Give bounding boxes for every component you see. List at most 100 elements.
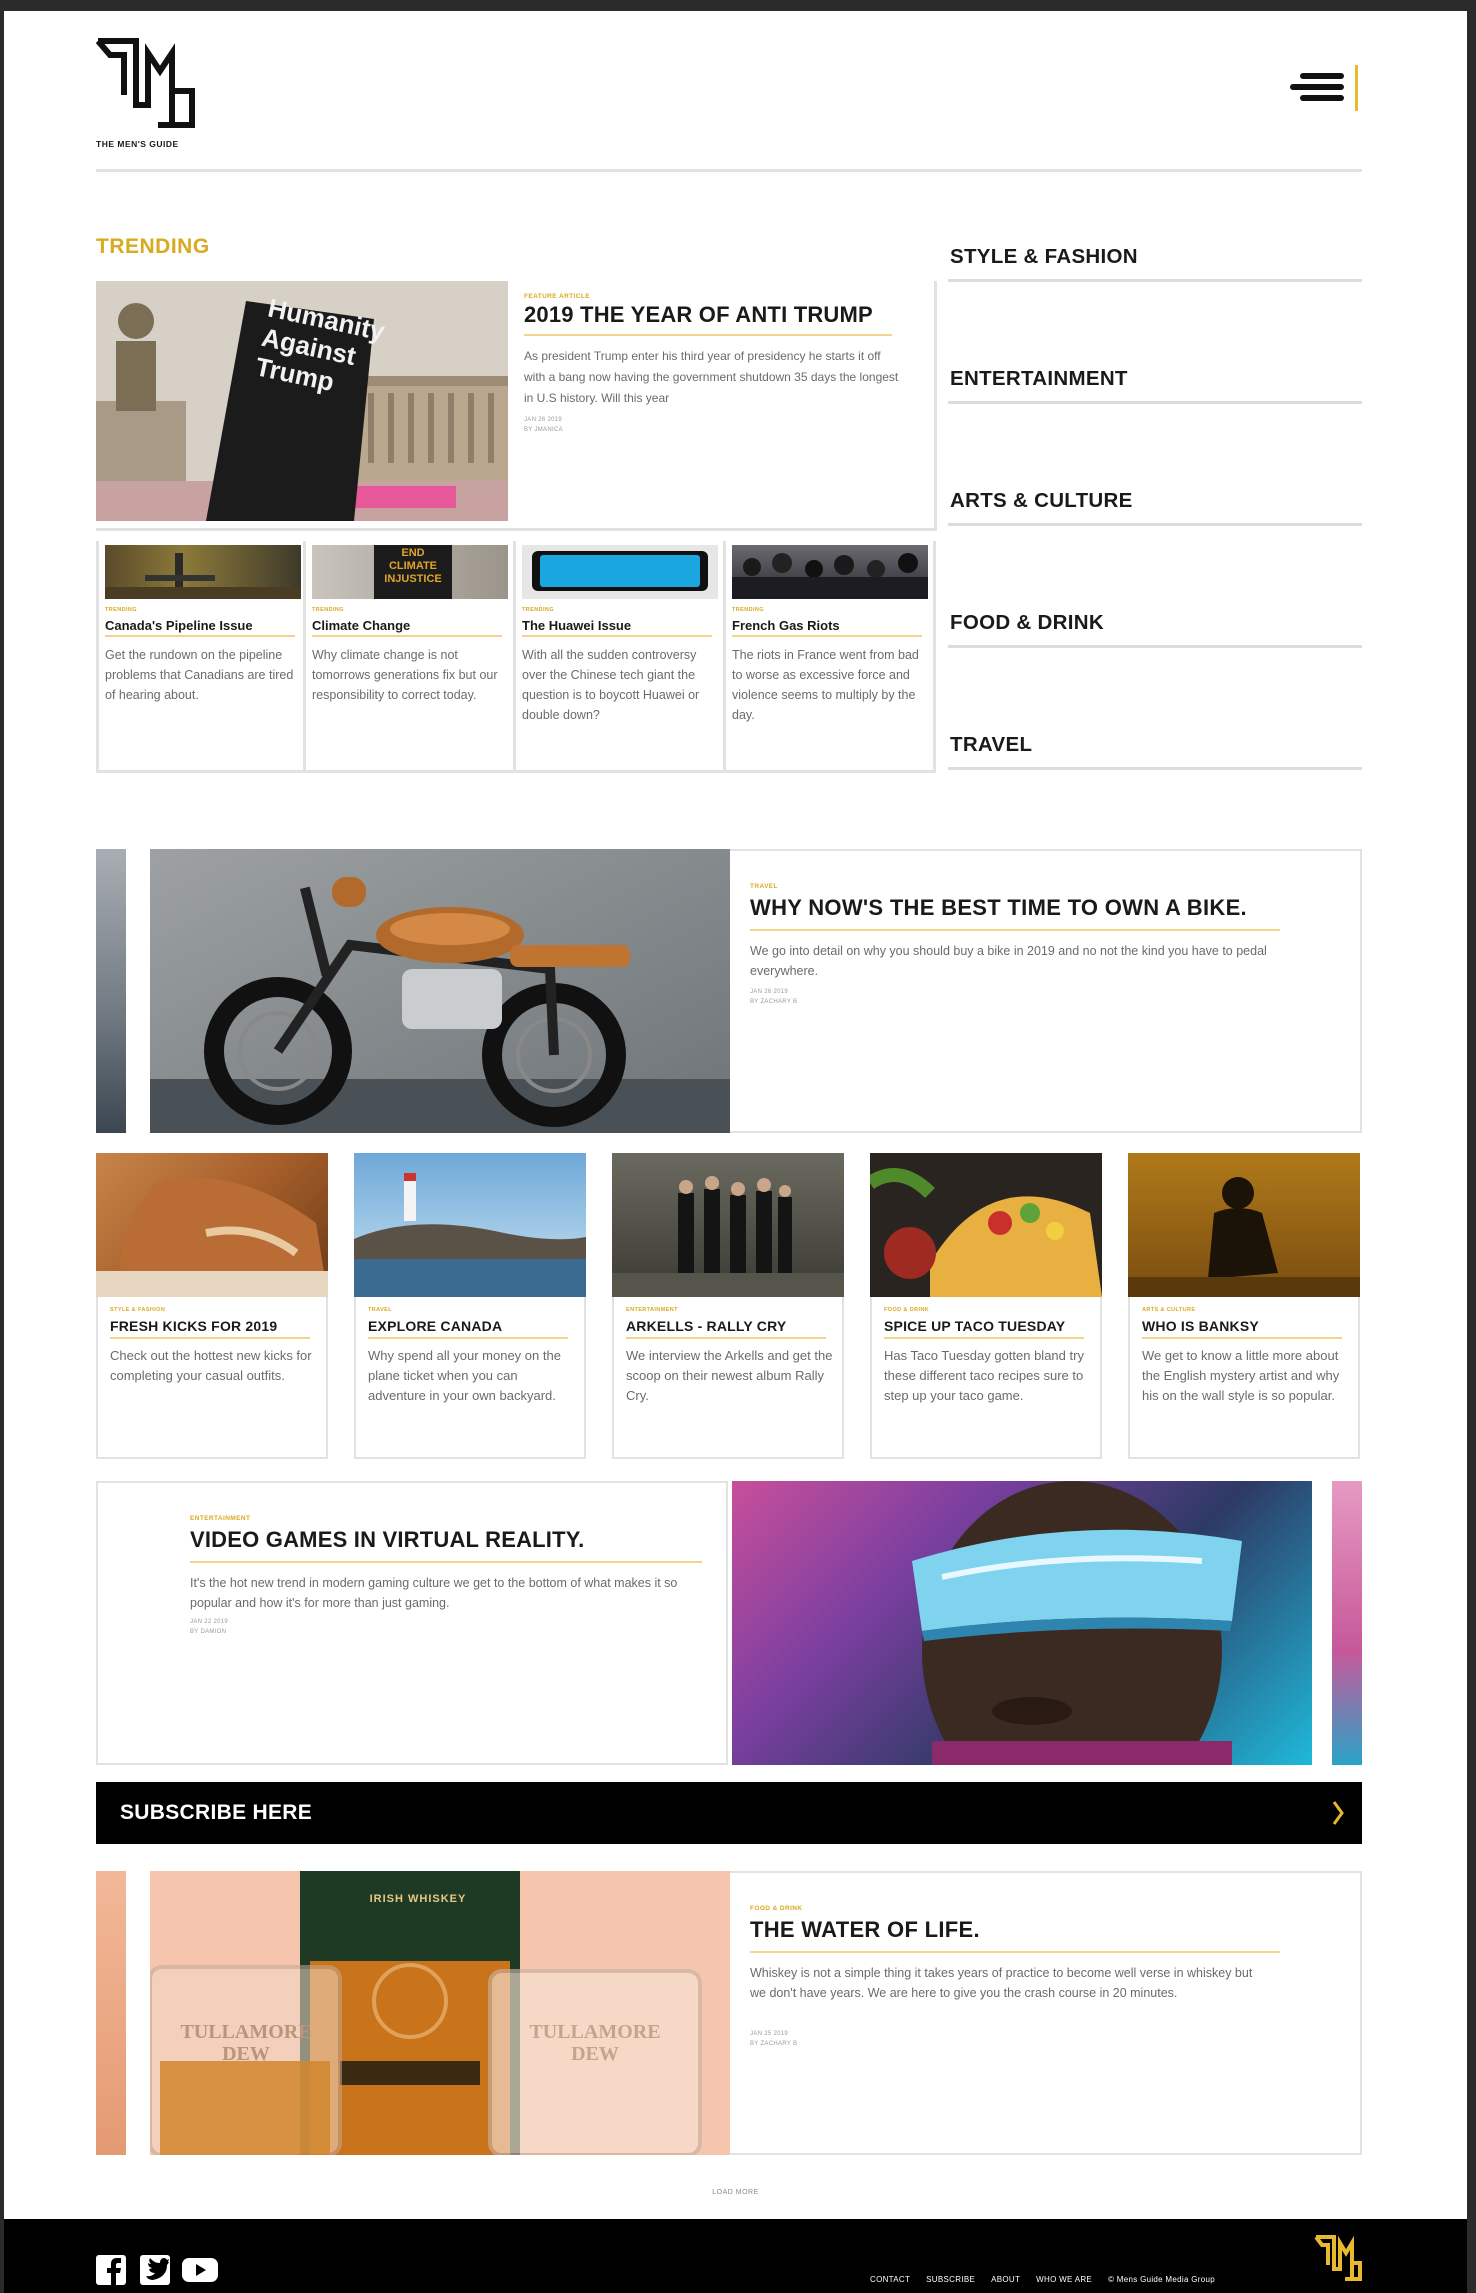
carousel-prev-strip[interactable] xyxy=(96,1871,126,2155)
bottle-label-text: IRISH WHISKEY xyxy=(369,1893,467,1905)
bike-date: JAN 26 2019 xyxy=(750,989,788,995)
facebook-icon[interactable] xyxy=(96,2255,126,2285)
mini-title[interactable]: The Huawei Issue xyxy=(522,618,631,633)
subscribe-bar[interactable]: SUBSCRIBE HERE xyxy=(96,1782,1362,1844)
menu-button[interactable] xyxy=(1288,65,1358,111)
article-card[interactable]: ARTS & CULTURE WHO IS BANKSY We get to k… xyxy=(1128,1153,1360,1459)
feature-author: BY JMANICA xyxy=(524,427,563,433)
trending-mini-card[interactable]: TRENDING French Gas Riots The riots in F… xyxy=(726,541,936,773)
article-cards: STYLE & FASHION FRESH KICKS FOR 2019 Che… xyxy=(96,1153,1362,1459)
sneakers-image[interactable] xyxy=(96,1153,328,1297)
mini-excerpt: Why climate change is not tomorrows gene… xyxy=(312,648,498,702)
article-card[interactable]: STYLE & FASHION FRESH KICKS FOR 2019 Che… xyxy=(96,1153,328,1459)
chevron-right-icon xyxy=(1332,1801,1344,1825)
feature-divider xyxy=(96,528,936,531)
vr-kicker: ENTERTAINMENT xyxy=(190,1515,251,1522)
whiskey-title[interactable]: THE WATER OF LIFE. xyxy=(750,1917,980,1943)
category-label[interactable]: TRAVEL xyxy=(950,733,1032,757)
carousel-next-strip[interactable] xyxy=(1332,1481,1362,1765)
feature-excerpt: As president Trump enter his third year … xyxy=(524,349,899,405)
vr-date: JAN 22 2019 xyxy=(190,1619,228,1625)
article-card[interactable]: FOOD & DRINK SPICE UP TACO TUESDAY Has T… xyxy=(870,1153,1102,1459)
bike-author: BY ZACHARY B xyxy=(750,999,798,1005)
feature-date: JAN 26 2019 xyxy=(524,417,562,423)
trending-mini-card[interactable]: END CLIMATE INJUSTICE TRENDING Climate C… xyxy=(306,541,516,773)
category-travel[interactable]: TRAVEL xyxy=(948,723,1362,845)
card-title[interactable]: WHO IS BANKSY xyxy=(1142,1318,1259,1334)
title-underline xyxy=(524,334,892,336)
category-entertainment[interactable]: ENTERTAINMENT xyxy=(948,357,1362,479)
vr-title[interactable]: VIDEO GAMES IN VIRTUAL REALITY. xyxy=(190,1527,585,1553)
card-title[interactable]: FRESH KICKS FOR 2019 xyxy=(110,1318,277,1334)
taco-image[interactable] xyxy=(870,1153,1102,1297)
category-label[interactable]: STYLE & FASHION xyxy=(950,245,1138,269)
category-label[interactable]: ENTERTAINMENT xyxy=(950,367,1128,391)
vr-feature[interactable]: ENTERTAINMENT VIDEO GAMES IN VIRTUAL REA… xyxy=(96,1481,1362,1765)
category-label[interactable]: ARTS & CULTURE xyxy=(950,489,1133,513)
whiskey-image[interactable]: IRISH WHISKEY TULLAMORE DEW TULLAMORE DE… xyxy=(150,1871,730,2155)
trending-mini-card[interactable]: TRENDING Canada's Pipeline Issue Get the… xyxy=(96,541,306,773)
category-food-drink[interactable]: FOOD & DRINK xyxy=(948,601,1362,723)
mini-excerpt: The riots in France went from bad to wor… xyxy=(732,648,919,722)
carousel-prev-strip[interactable] xyxy=(96,849,126,1133)
vr-image[interactable] xyxy=(732,1481,1312,1765)
card-excerpt: Why spend all your money on the plane ti… xyxy=(368,1348,561,1403)
huawei-image[interactable] xyxy=(522,545,718,599)
footer-link-who-we-are[interactable]: WHO WE ARE xyxy=(1036,2275,1092,2284)
card-excerpt: Has Taco Tuesday gotten bland try these … xyxy=(884,1348,1084,1403)
feature-title[interactable]: 2019 THE YEAR OF ANTI TRUMP xyxy=(524,302,904,328)
banksy-image[interactable] xyxy=(1128,1153,1360,1297)
brand-logo[interactable]: THE MEN'S GUIDE xyxy=(95,35,196,155)
glass-etching-text: TULLAMORE DEW xyxy=(529,2021,661,2065)
category-nav: STYLE & FASHION ENTERTAINMENT ARTS & CUL… xyxy=(948,235,1362,845)
mini-excerpt: With all the sudden controversy over the… xyxy=(522,648,700,722)
bike-title[interactable]: WHY NOW'S THE BEST TIME TO OWN A BIKE. xyxy=(750,895,1247,921)
band-image[interactable] xyxy=(612,1153,844,1297)
whiskey-feature[interactable]: IRISH WHISKEY TULLAMORE DEW TULLAMORE DE… xyxy=(96,1871,1362,2155)
category-label[interactable]: FOOD & DRINK xyxy=(950,611,1104,635)
twitter-icon[interactable] xyxy=(140,2255,170,2285)
mini-title[interactable]: Canada's Pipeline Issue xyxy=(105,618,253,633)
bike-kicker: TRAVEL xyxy=(750,883,778,890)
climate-image[interactable]: END CLIMATE INJUSTICE xyxy=(312,545,508,599)
card-kicker: ENTERTAINMENT xyxy=(626,1307,678,1313)
mini-title[interactable]: Climate Change xyxy=(312,618,410,633)
vr-author: BY DAMION xyxy=(190,1629,227,1635)
bike-image[interactable] xyxy=(150,849,730,1133)
load-more-link[interactable]: LOAD MORE xyxy=(4,2189,1467,2196)
article-card[interactable]: TRAVEL EXPLORE CANADA Why spend all your… xyxy=(354,1153,586,1459)
category-arts-culture[interactable]: ARTS & CULTURE xyxy=(948,479,1362,601)
footer-link-contact[interactable]: CONTACT xyxy=(870,2275,910,2284)
mini-kicker: TRENDING xyxy=(522,607,554,613)
card-title[interactable]: SPICE UP TACO TUESDAY xyxy=(884,1318,1065,1334)
youtube-icon[interactable] xyxy=(182,2255,218,2285)
trending-mini-card[interactable]: TRENDING The Huawei Issue With all the s… xyxy=(516,541,726,773)
card-excerpt: We interview the Arkells and get the sco… xyxy=(626,1348,833,1403)
pipeline-image[interactable] xyxy=(105,545,301,599)
card-title[interactable]: EXPLORE CANADA xyxy=(368,1318,502,1334)
card-kicker: ARTS & CULTURE xyxy=(1142,1307,1196,1313)
brand-name: THE MEN'S GUIDE xyxy=(96,139,179,149)
card-kicker: STYLE & FASHION xyxy=(110,1307,166,1313)
article-card[interactable]: ENTERTAINMENT ARKELLS - RALLY CRY We int… xyxy=(612,1153,844,1459)
card-title[interactable]: ARKELLS - RALLY CRY xyxy=(626,1318,786,1334)
glass-etching-text: TULLAMORE DEW xyxy=(180,2021,312,2065)
riots-image[interactable] xyxy=(732,545,928,599)
mini-kicker: TRENDING xyxy=(105,607,137,613)
copyright: © Mens Guide Media Group xyxy=(1108,2275,1215,2284)
lighthouse-image[interactable] xyxy=(354,1153,586,1297)
card-excerpt: Check out the hottest new kicks for comp… xyxy=(110,1348,312,1383)
bike-feature[interactable]: TRAVEL WHY NOW'S THE BEST TIME TO OWN A … xyxy=(96,849,1362,1133)
card-kicker: TRAVEL xyxy=(368,1307,392,1313)
page: THE MEN'S GUIDE TRENDING Humanity Agains… xyxy=(4,11,1467,2293)
whiskey-date: JAN 25 2019 xyxy=(750,2031,788,2037)
category-style-fashion[interactable]: STYLE & FASHION xyxy=(948,235,1362,357)
trending-feature[interactable]: Humanity Against Trump FEATURE ARTICLE 2… xyxy=(96,281,937,533)
feature-image[interactable]: Humanity Against Trump xyxy=(96,281,508,521)
mini-excerpt: Get the rundown on the pipeline problems… xyxy=(105,648,294,702)
footer-link-subscribe[interactable]: SUBSCRIBE xyxy=(926,2275,975,2284)
footer-logo-icon[interactable] xyxy=(1314,2233,1362,2285)
footer-link-about[interactable]: ABOUT xyxy=(991,2275,1020,2284)
feature-kicker: FEATURE ARTICLE xyxy=(524,293,590,300)
mini-title[interactable]: French Gas Riots xyxy=(732,618,840,633)
